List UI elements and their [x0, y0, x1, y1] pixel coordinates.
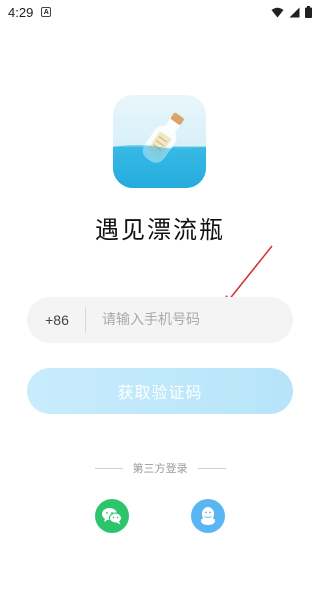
get-verification-code-button[interactable]: 获取验证码: [27, 368, 293, 414]
message-bottle-icon: [113, 112, 206, 188]
phone-input-group: +86: [27, 297, 293, 343]
app-logo: [113, 95, 206, 188]
battery-icon: [305, 6, 312, 18]
status-right: [271, 6, 312, 18]
qq-penguin-icon: [201, 507, 215, 525]
status-time: 4:29: [8, 4, 34, 20]
app-title: 遇见漂流瓶: [95, 216, 225, 244]
wechat-icon: [102, 508, 122, 525]
phone-number-input[interactable]: [86, 311, 293, 329]
third-party-login-label: 第三方登录: [0, 460, 320, 476]
status-bar: 4:29 A: [0, 0, 320, 24]
third-party-login-text: 第三方登录: [132, 462, 188, 475]
divider-right: [197, 467, 226, 469]
notification-icon: A: [41, 7, 52, 17]
status-left: 4:29 A: [8, 4, 52, 20]
divider-left: [94, 467, 123, 469]
country-code[interactable]: +86: [27, 312, 85, 328]
qq-login-button[interactable]: [191, 499, 225, 533]
cellular-icon: [289, 7, 300, 17]
wifi-icon: [271, 7, 284, 17]
wechat-login-button[interactable]: [95, 499, 129, 533]
